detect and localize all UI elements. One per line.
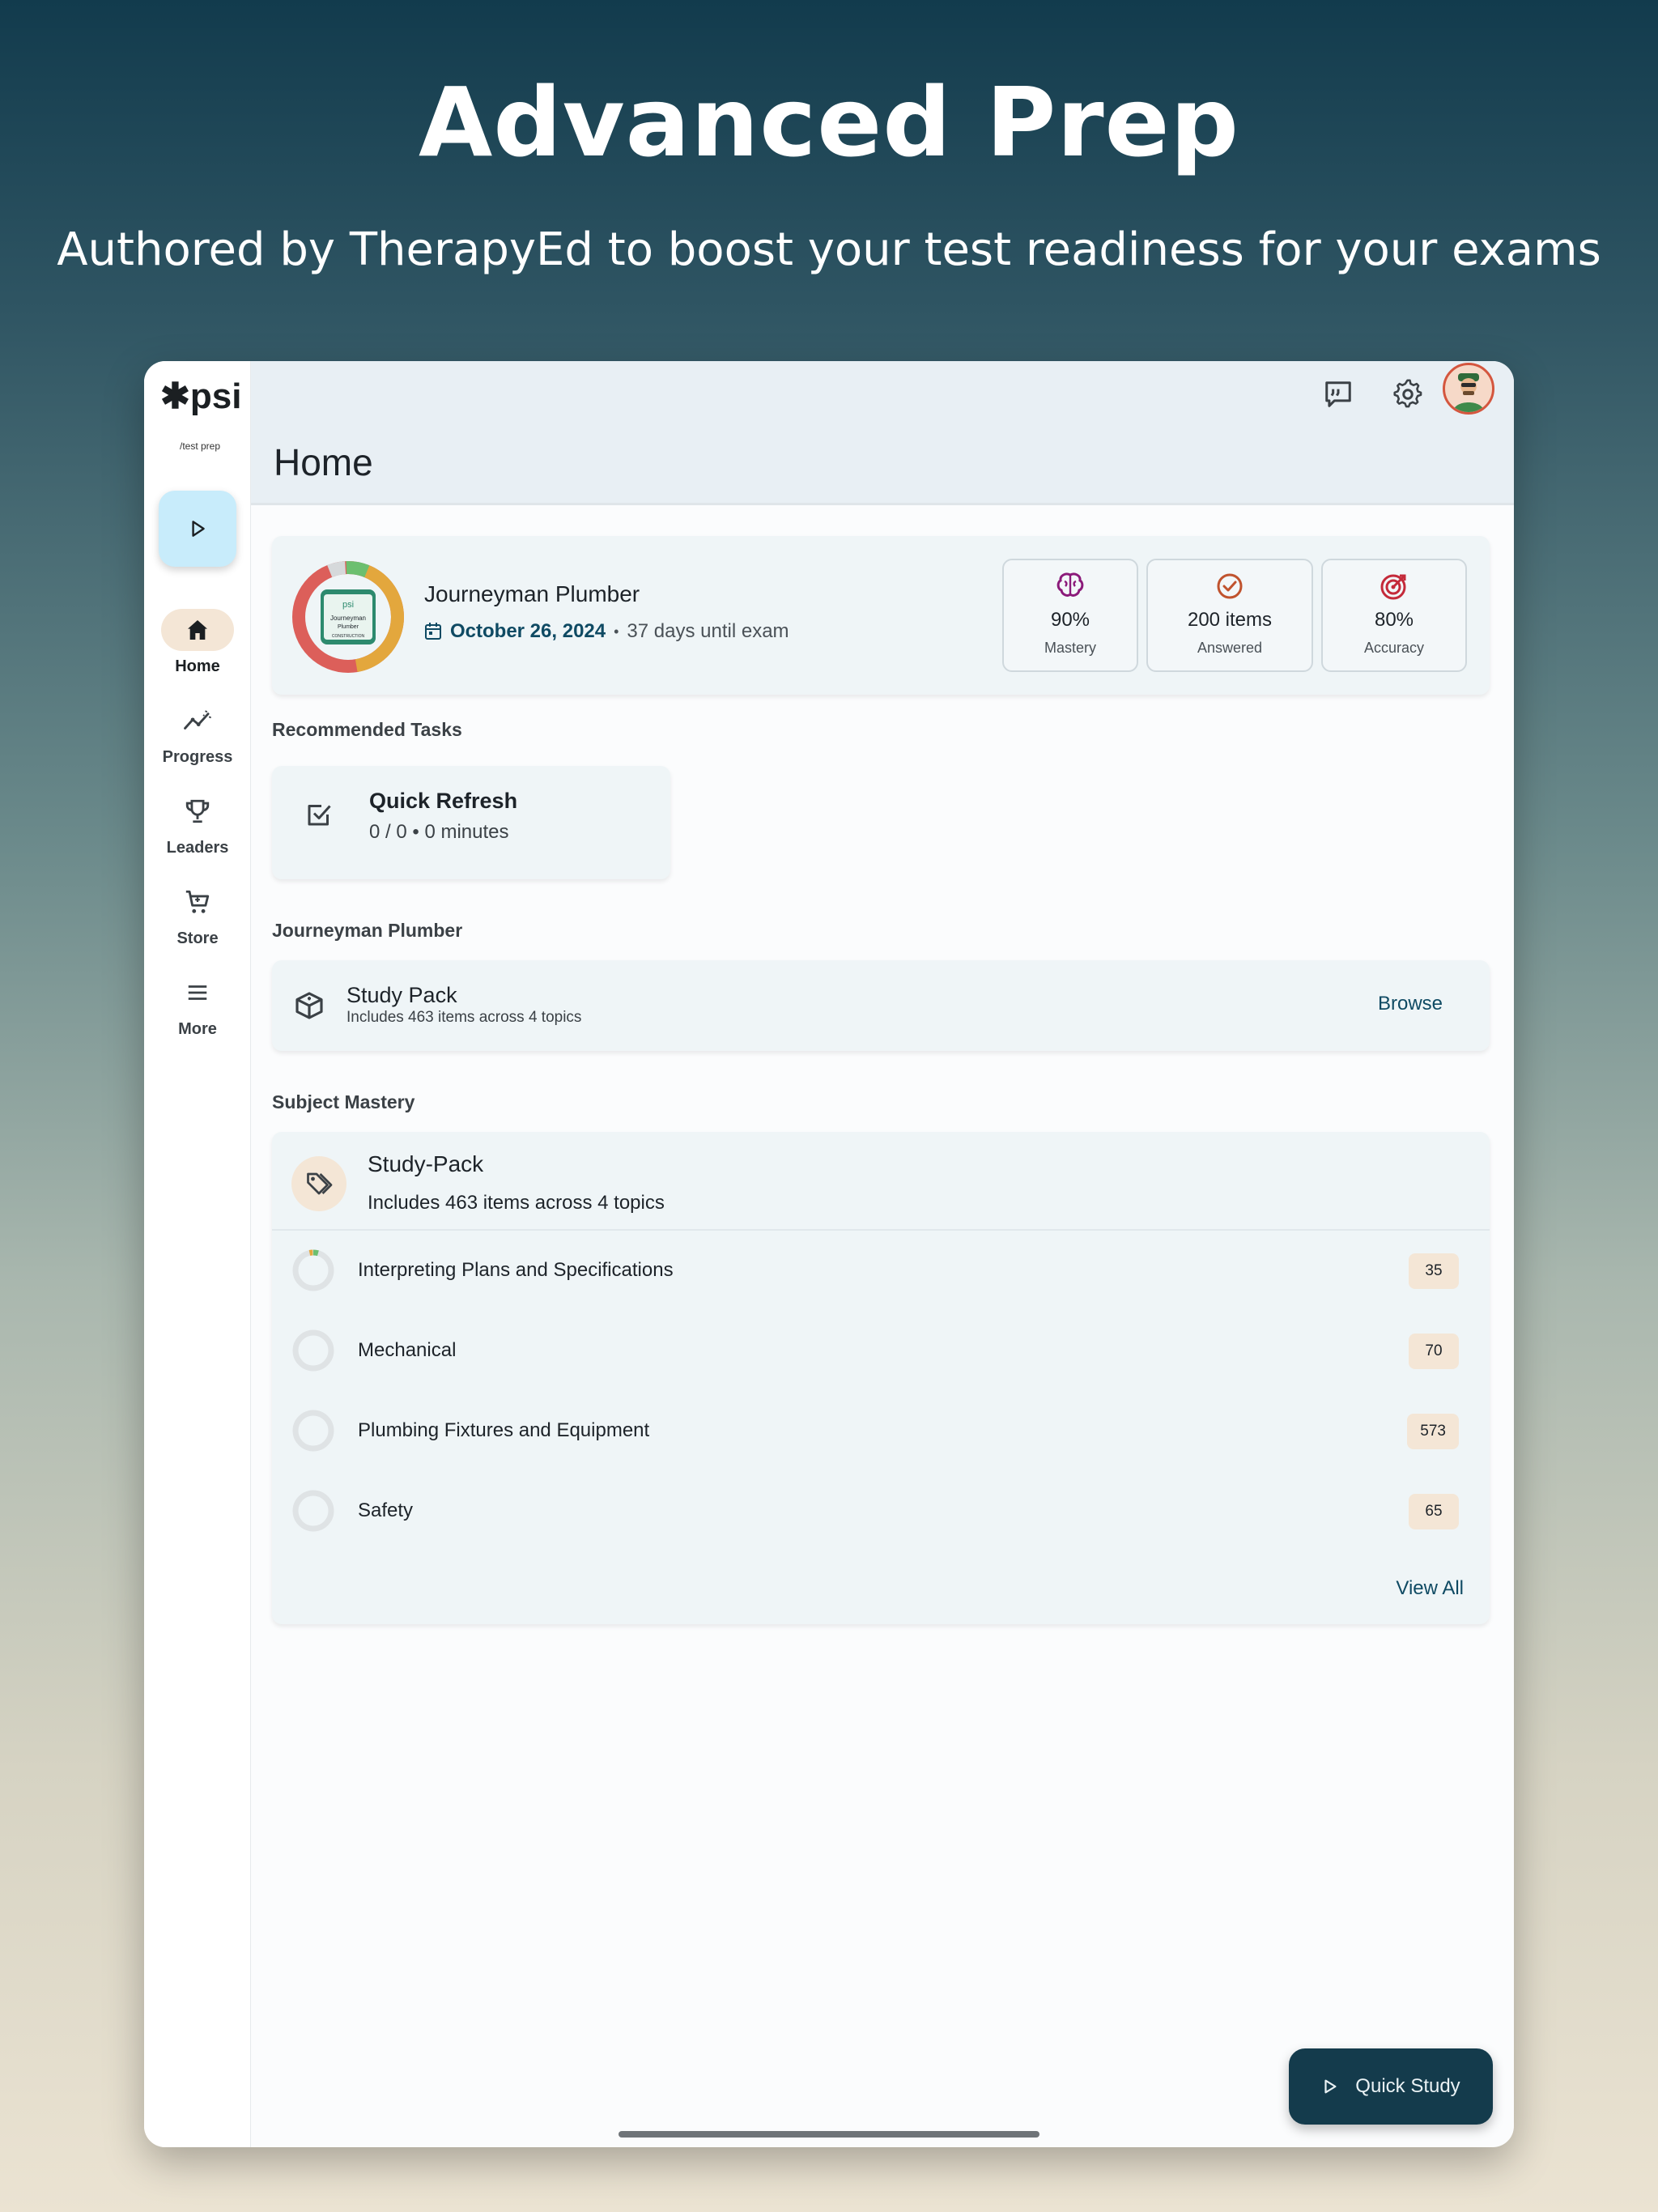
- avatar-plumber-icon: [1453, 373, 1484, 412]
- topic-progress-ring: [292, 1490, 334, 1532]
- promo-subtitle: Authored by TherapyEd to boost your test…: [57, 223, 1601, 276]
- cart-icon: [185, 890, 210, 913]
- stat-label: Accuracy: [1363, 640, 1425, 656]
- separator-dot: •: [614, 623, 619, 640]
- section-recommended-tasks: Recommended Tasks: [272, 719, 462, 740]
- section-subject-mastery: Subject Mastery: [272, 1091, 415, 1112]
- sidebar-item-label: More: [178, 1020, 217, 1038]
- study-pack-subtitle: Includes 463 items across 4 topics: [346, 1009, 582, 1026]
- stat-value: 200 items: [1187, 609, 1273, 631]
- tag-icon-bubble: [291, 1156, 346, 1211]
- calendar-icon: [425, 623, 441, 640]
- mastery-title: Study-Pack: [368, 1151, 484, 1176]
- task-title: Quick Refresh: [369, 789, 518, 813]
- badge-line1: Journeyman: [330, 615, 366, 622]
- topic-row[interactable]: Safety 65: [272, 1471, 1490, 1551]
- sidebar-item-progress[interactable]: Progress: [144, 700, 251, 767]
- topic-count-badge: 573: [1407, 1414, 1459, 1449]
- quick-study-label: Quick Study: [1355, 2075, 1460, 2097]
- badge-brand: psi: [342, 600, 354, 610]
- trophy-icon: [185, 799, 210, 823]
- stat-label: Mastery: [1044, 640, 1096, 656]
- logo-mark: ✱psi: [160, 376, 242, 416]
- home-indicator[interactable]: [619, 2131, 1039, 2138]
- stat-label: Answered: [1197, 640, 1263, 656]
- badge-tag: CONSTRUCTION: [332, 634, 365, 639]
- page-title: Home: [274, 441, 373, 483]
- topic-name: Mechanical: [358, 1339, 457, 1361]
- tablet-screen: ✱psi /test prep Home Progress Leaders St…: [144, 361, 1514, 2147]
- sidebar: ✱psi /test prep Home Progress Leaders St…: [144, 361, 251, 2147]
- checkbox-icon: [308, 805, 331, 826]
- home-icon: [188, 620, 207, 640]
- sidebar-item-label: Store: [176, 929, 219, 947]
- feedback-button[interactable]: [1318, 374, 1358, 415]
- subject-mastery-card: Study-Pack Includes 463 items across 4 t…: [272, 1132, 1490, 1624]
- topic-name: Safety: [358, 1499, 414, 1521]
- sidebar-item-label: Home: [175, 657, 220, 675]
- sidebar-item-more[interactable]: More: [144, 972, 251, 1039]
- task-meta: 0 / 0 • 0 minutes: [369, 821, 509, 843]
- gear-icon: [1393, 379, 1422, 408]
- badge-line2: Plumber: [338, 624, 359, 630]
- trend-icon: [184, 710, 212, 730]
- exam-name: Journeyman Plumber: [424, 581, 640, 606]
- header: Home: [251, 361, 1514, 505]
- stat-accuracy[interactable]: 80% Accuracy: [1321, 559, 1467, 672]
- view-all-link[interactable]: View All: [1396, 1577, 1464, 1600]
- settings-button[interactable]: [1388, 374, 1428, 415]
- sidebar-item-label: Progress: [162, 748, 233, 766]
- browse-button[interactable]: Browse: [1378, 993, 1443, 1015]
- psi-logo: ✱psi /test prep: [160, 376, 242, 453]
- exam-date: October 26, 2024: [450, 620, 606, 642]
- topic-name: Plumbing Fixtures and Equipment: [358, 1419, 650, 1441]
- exam-summary-card[interactable]: psi Journeyman Plumber CONSTRUCTION Jour…: [272, 536, 1490, 695]
- sidebar-item-home[interactable]: Home: [144, 609, 251, 676]
- play-icon: [192, 521, 205, 537]
- check-circle-icon: [1217, 573, 1243, 599]
- topic-row[interactable]: Plumbing Fixtures and Equipment 573: [272, 1391, 1490, 1471]
- quick-refresh-card[interactable]: Quick Refresh 0 / 0 • 0 minutes: [272, 766, 670, 879]
- topic-progress-ring: [292, 1410, 334, 1452]
- feedback-icon: [1325, 381, 1351, 407]
- quick-study-button[interactable]: Quick Study: [1289, 2048, 1493, 2125]
- menu-icon: [188, 985, 207, 1000]
- sidebar-item-store[interactable]: Store: [144, 881, 251, 948]
- main-content: psi Journeyman Plumber CONSTRUCTION Jour…: [251, 505, 1514, 2147]
- promo-title: Advanced Prep: [418, 66, 1240, 178]
- exam-date-row[interactable]: October 26, 2024 • 37 days until exam: [424, 620, 789, 643]
- play-icon: [1324, 2079, 1337, 2094]
- stat-answered[interactable]: 200 items Answered: [1146, 559, 1313, 672]
- sidebar-item-leaders[interactable]: Leaders: [144, 790, 251, 857]
- mastery-header[interactable]: Study-Pack Includes 463 items across 4 t…: [272, 1132, 1490, 1231]
- package-icon: [295, 992, 323, 1019]
- brain-icon: [1056, 572, 1084, 597]
- tag-icon: [307, 1172, 333, 1195]
- study-pack-card[interactable]: Study Pack Includes 463 items across 4 t…: [272, 960, 1490, 1051]
- sidebar-item-label: Leaders: [166, 839, 229, 857]
- avatar[interactable]: [1443, 363, 1494, 415]
- mastery-subtitle: Includes 463 items across 4 topics: [368, 1192, 665, 1214]
- topic-count-badge: 65: [1409, 1494, 1459, 1529]
- logo-subtitle: /test prep: [180, 440, 221, 452]
- days-until-exam: 37 days until exam: [627, 620, 789, 642]
- stat-value: 90%: [1050, 609, 1090, 631]
- stat-mastery[interactable]: 90% Mastery: [1002, 559, 1138, 672]
- topic-count-badge: 70: [1409, 1334, 1459, 1369]
- topic-name: Interpreting Plans and Specifications: [358, 1259, 674, 1281]
- topic-row[interactable]: Mechanical 70: [272, 1311, 1490, 1391]
- exam-progress-ring: psi Journeyman Plumber CONSTRUCTION: [292, 561, 404, 674]
- topic-progress-ring: [292, 1329, 334, 1372]
- topic-count-badge: 35: [1409, 1253, 1459, 1289]
- section-exam-name: Journeyman Plumber: [272, 920, 463, 941]
- study-pack-title: Study Pack: [346, 983, 457, 1007]
- topic-row[interactable]: Interpreting Plans and Specifications 35: [272, 1231, 1490, 1311]
- stat-value: 80%: [1374, 609, 1414, 631]
- start-study-button[interactable]: [159, 491, 236, 567]
- topic-progress-ring: [292, 1249, 334, 1291]
- target-icon: [1380, 574, 1406, 600]
